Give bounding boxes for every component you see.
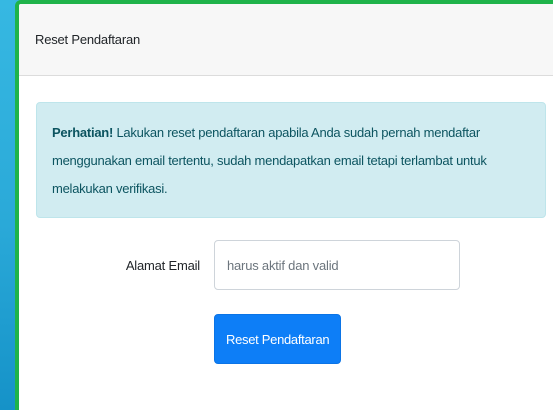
reset-card: Reset Pendaftaran Perhatian! Lakukan res…: [15, 0, 553, 410]
email-label: Alamat Email: [125, 257, 200, 273]
info-alert: Perhatian! Lakukan reset pendaftaran apa…: [36, 102, 546, 218]
button-row: Reset Pendaftaran: [36, 314, 553, 364]
card-header: Reset Pendaftaran: [19, 4, 553, 76]
email-form-row: Alamat Email: [36, 240, 553, 290]
email-field[interactable]: [214, 240, 460, 290]
alert-message: Lakukan reset pendaftaran apabila Anda s…: [52, 125, 487, 196]
background-strip: [0, 0, 16, 410]
card-body: Perhatian! Lakukan reset pendaftaran apa…: [19, 76, 553, 364]
reset-registration-button[interactable]: Reset Pendaftaran: [214, 314, 342, 364]
alert-heading: Perhatian!: [52, 125, 114, 140]
card-title: Reset Pendaftaran: [35, 32, 141, 47]
page-background: Reset Pendaftaran Perhatian! Lakukan res…: [0, 0, 553, 410]
